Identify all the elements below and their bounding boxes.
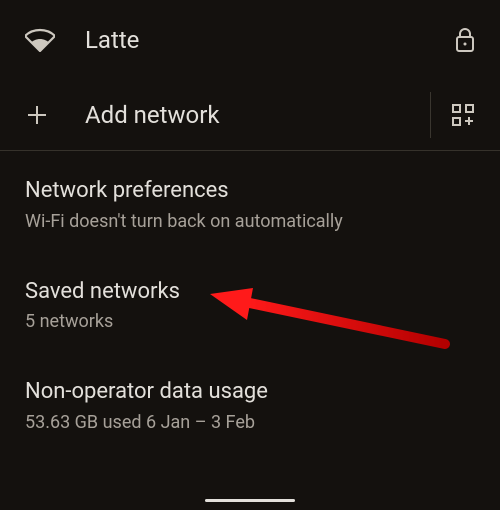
vertical-divider (430, 92, 431, 138)
settings-item-title: Saved networks (25, 278, 475, 306)
wifi-ssid-label: Latte (85, 26, 435, 54)
add-network-label: Add network (85, 101, 426, 129)
settings-list: Network preferences Wi-Fi doesn't turn b… (0, 151, 500, 453)
settings-item-subtitle: 53.63 GB used 6 Jan – 3 Feb (25, 412, 475, 433)
home-indicator[interactable] (205, 499, 295, 502)
saved-networks-item[interactable]: Saved networks 5 networks (25, 252, 475, 353)
non-operator-data-usage-item[interactable]: Non-operator data usage 53.63 GB used 6 … (25, 352, 475, 453)
lock-icon (435, 27, 475, 53)
wifi-signal-icon (25, 28, 85, 52)
settings-item-subtitle: 5 networks (25, 311, 475, 332)
add-network-row[interactable]: Add network (0, 80, 500, 150)
settings-item-title: Network preferences (25, 177, 475, 205)
qr-scan-button[interactable] (445, 103, 475, 127)
settings-item-title: Non-operator data usage (25, 378, 475, 406)
settings-item-subtitle: Wi-Fi doesn't turn back on automatically (25, 211, 475, 232)
network-preferences-item[interactable]: Network preferences Wi-Fi doesn't turn b… (25, 151, 475, 252)
plus-icon (25, 103, 85, 127)
wifi-network-row[interactable]: Latte (0, 0, 500, 80)
